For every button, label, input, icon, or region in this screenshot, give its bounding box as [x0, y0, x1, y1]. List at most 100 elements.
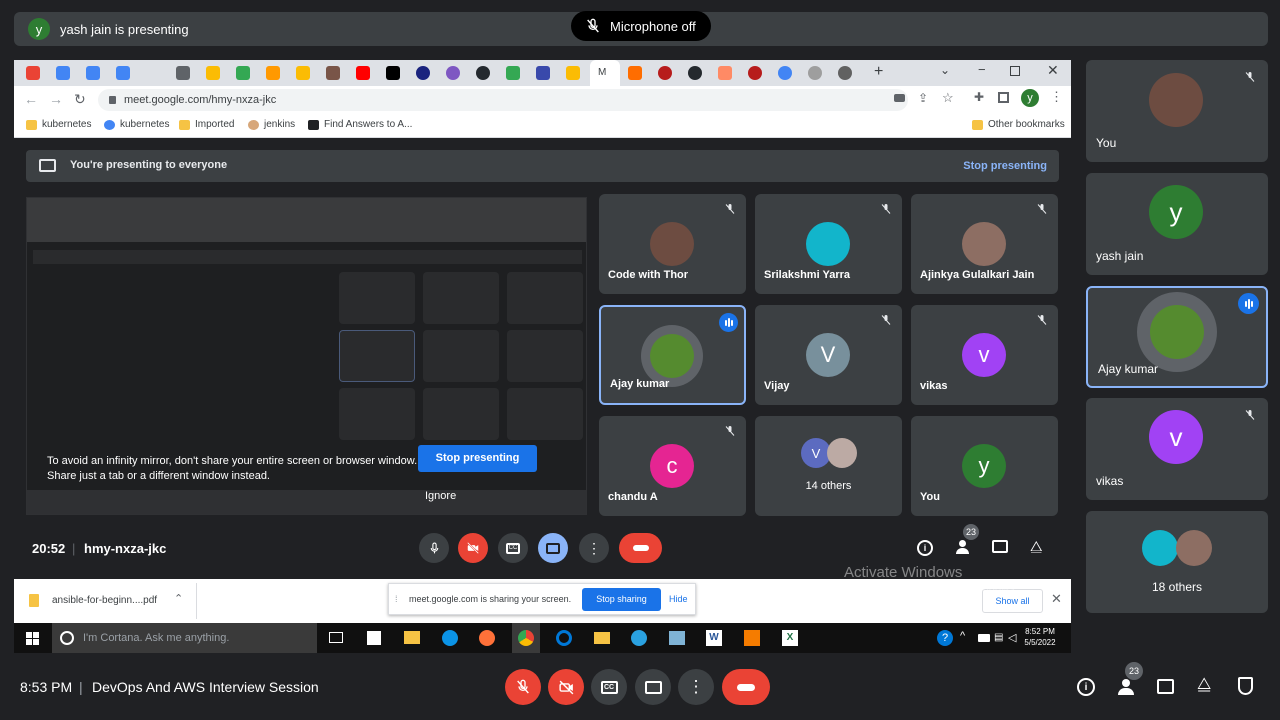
taskbar-clock[interactable]: 8:52 PM 5/5/2022	[1020, 626, 1060, 648]
stop-presenting-button[interactable]: Stop presenting	[418, 445, 537, 472]
stop-sharing-button[interactable]: Stop sharing	[582, 588, 661, 611]
captions-toggle[interactable]: CC	[591, 669, 627, 705]
bookmark-star-icon[interactable]: ☆	[942, 90, 954, 106]
github-tab-icon[interactable]	[476, 66, 490, 80]
new-tab-icon[interactable]: +	[874, 63, 883, 81]
network-icon[interactable]: ▤	[994, 632, 1003, 643]
side-panel-icon[interactable]	[998, 92, 1009, 103]
url-text[interactable]: meet.google.com/hmy-nxza-jkc	[124, 94, 276, 106]
help-icon[interactable]: ?	[937, 630, 953, 646]
lock-icon[interactable]	[109, 96, 116, 104]
download-file-name[interactable]: ansible-for-beginn....pdf	[52, 595, 157, 606]
volume-icon[interactable]: ◁	[1008, 631, 1016, 644]
tab-icon[interactable]	[658, 66, 672, 80]
more-menu-icon[interactable]: ⋮	[1050, 89, 1063, 105]
tab-icon[interactable]	[236, 66, 250, 80]
edge-icon[interactable]	[442, 630, 458, 646]
tab-icon[interactable]	[536, 66, 550, 80]
active-tab[interactable]: M	[590, 60, 620, 86]
ignore-button[interactable]: Ignore	[425, 490, 456, 502]
bookmark-item[interactable]: jenkins	[248, 119, 295, 130]
tab-icon[interactable]	[86, 66, 100, 80]
mic-toggle[interactable]	[505, 669, 541, 705]
captions-toggle[interactable]: CC	[498, 533, 528, 563]
tab-icon[interactable]	[56, 66, 70, 80]
word-icon[interactable]: W	[706, 630, 722, 646]
tab-icon[interactable]	[718, 66, 732, 80]
file-explorer-icon[interactable]	[404, 631, 420, 644]
app-icon[interactable]	[669, 631, 685, 645]
stop-presenting-link[interactable]: Stop presenting	[963, 160, 1047, 172]
participant-tile[interactable]: v vikas	[911, 305, 1058, 405]
github-tab-icon[interactable]	[688, 66, 702, 80]
tab-icon[interactable]	[566, 66, 580, 80]
host-controls-icon[interactable]	[1238, 677, 1253, 695]
participant-tile-active-speaker[interactable]: Ajay kumar	[599, 305, 746, 405]
mic-toggle[interactable]	[419, 533, 449, 563]
drive-tab-icon[interactable]	[506, 66, 520, 80]
extensions-icon[interactable]: ✚	[974, 90, 984, 104]
participant-tile[interactable]: V Vijay	[755, 305, 902, 405]
tab-icon[interactable]	[296, 66, 310, 80]
cortana-search[interactable]: I'm Cortana. Ask me anything.	[52, 623, 317, 653]
present-toggle[interactable]	[538, 533, 568, 563]
bookmark-item[interactable]: kubernetes	[104, 119, 169, 130]
telegram-icon[interactable]	[631, 630, 647, 646]
participant-tile[interactable]: Srilakshmi Yarra	[755, 194, 902, 294]
meeting-details-icon[interactable]: i	[917, 540, 933, 556]
right-participant-tile[interactable]: v vikas	[1086, 398, 1268, 500]
activities-icon[interactable]: ⧋	[1197, 676, 1211, 694]
profile-avatar[interactable]: y	[1021, 89, 1039, 107]
firefox-icon[interactable]	[479, 630, 495, 646]
bookmark-item[interactable]: Imported	[179, 119, 234, 130]
participant-tile[interactable]: Code with Thor	[599, 194, 746, 294]
self-tile[interactable]: y You	[911, 416, 1058, 516]
tab-icon[interactable]	[838, 66, 852, 80]
right-participant-tile-active-speaker[interactable]: Ajay kumar	[1086, 286, 1268, 388]
meeting-details-icon[interactable]: i	[1077, 678, 1095, 696]
tab-search-icon[interactable]: ⌄	[940, 63, 950, 77]
omnibox[interactable]: meet.google.com/hmy-nxza-jkc	[98, 89, 908, 111]
store-icon[interactable]	[367, 631, 381, 645]
bookmark-item[interactable]: Find Answers to A...	[308, 119, 412, 130]
chevron-up-icon[interactable]: ⌃	[174, 592, 183, 605]
google-tab-icon[interactable]	[778, 66, 792, 80]
sticky-notes-icon[interactable]	[594, 632, 610, 644]
more-options-button[interactable]: ⋮	[579, 533, 609, 563]
maximize-icon[interactable]	[1010, 66, 1020, 76]
tab-icon[interactable]	[206, 66, 220, 80]
people-icon[interactable]	[1116, 679, 1136, 695]
battery-icon[interactable]	[978, 634, 990, 642]
participant-tile[interactable]: c chandu A	[599, 416, 746, 516]
activities-icon[interactable]: ⧋	[1030, 538, 1043, 555]
camera-icon[interactable]	[894, 94, 905, 102]
camera-toggle[interactable]	[458, 533, 488, 563]
right-participant-tile[interactable]: y yash jain	[1086, 173, 1268, 275]
tab-icon[interactable]	[808, 66, 822, 80]
leave-call-button[interactable]	[722, 669, 770, 705]
other-bookmarks[interactable]: Other bookmarks	[972, 119, 1065, 130]
share-icon[interactable]: ⇪	[918, 91, 928, 105]
right-others-tile[interactable]: 18 others	[1086, 511, 1268, 613]
tab-icon[interactable]	[748, 66, 762, 80]
youtube-tab-icon[interactable]	[356, 66, 370, 80]
minimize-icon[interactable]: −	[978, 62, 986, 77]
close-window-icon[interactable]: ✕	[1047, 62, 1059, 79]
more-options-button[interactable]: ⋮	[678, 669, 714, 705]
tab-icon[interactable]	[386, 66, 400, 80]
present-now-button[interactable]	[635, 669, 671, 705]
tab-icon[interactable]	[446, 66, 460, 80]
tab-icon[interactable]	[628, 66, 642, 80]
back-icon[interactable]: ←	[24, 91, 38, 107]
tab-icon[interactable]	[266, 66, 280, 80]
windows-start-icon[interactable]	[26, 632, 39, 645]
tab-icon[interactable]	[116, 66, 130, 80]
chat-icon[interactable]	[1157, 679, 1174, 694]
people-icon[interactable]	[954, 540, 972, 554]
chat-icon[interactable]	[992, 540, 1008, 553]
forward-icon[interactable]: →	[49, 91, 63, 107]
tab-icon[interactable]	[326, 66, 340, 80]
tray-chevron-icon[interactable]: ^	[960, 630, 965, 642]
others-tile[interactable]: V 14 others	[755, 416, 902, 516]
excel-icon[interactable]: X	[782, 630, 798, 646]
